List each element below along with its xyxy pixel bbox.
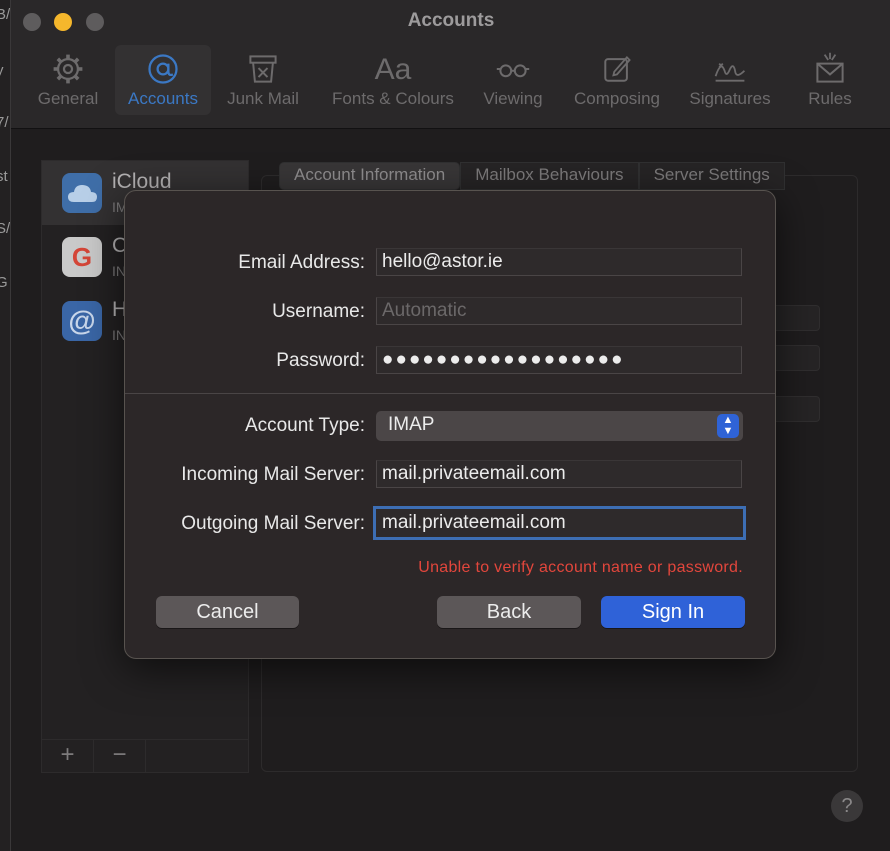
toolbar-general[interactable]: General [29, 45, 107, 115]
username-field[interactable] [376, 297, 742, 325]
preferences-toolbar: General Accounts Junk Mail Aa Fonts & Co… [11, 45, 890, 115]
error-message: Unable to verify account name or passwor… [418, 559, 743, 576]
account-signin-dialog: Email Address: Username: Password: Accou… [124, 190, 776, 659]
background-text: st [0, 168, 8, 185]
add-account-button[interactable]: + [42, 740, 94, 772]
background-text: G [0, 274, 8, 291]
at-icon [115, 51, 211, 91]
background-text: S/ [0, 220, 11, 237]
toolbar-label: Junk Mail [227, 89, 299, 108]
tab-server-settings[interactable]: Server Settings [638, 162, 785, 190]
font-aa-icon: Aa [374, 53, 412, 86]
background-text: y [0, 62, 4, 79]
outgoing-server-label: Outgoing Mail Server: [181, 513, 365, 534]
password-label: Password: [276, 350, 365, 371]
sidebar-footer: + − [42, 739, 248, 772]
incoming-server-row: Incoming Mail Server: [125, 460, 775, 490]
account-type-row: Account Type: IMAP ▲ ▼ [125, 411, 775, 441]
chevron-updown-icon: ▲ ▼ [717, 414, 739, 438]
icloud-icon [62, 173, 102, 213]
tab-mailbox-behaviours[interactable]: Mailbox Behaviours [460, 162, 639, 190]
background-text: 7/ [0, 114, 9, 131]
at-icon: @ [62, 301, 102, 341]
account-type-label: Account Type: [244, 415, 365, 436]
toolbar-label: Signatures [689, 89, 771, 108]
compose-icon [565, 51, 669, 91]
sign-in-button[interactable]: Sign In [601, 596, 745, 628]
junk-bin-icon [217, 51, 309, 91]
dialog-divider [125, 393, 775, 394]
background-text: B/ [0, 6, 11, 23]
account-tabs: Account Information Mailbox Behaviours S… [279, 162, 785, 190]
gear-icon [29, 51, 107, 91]
toolbar-label: Fonts & Colours [332, 89, 454, 108]
password-field[interactable] [376, 346, 742, 374]
signature-icon [679, 51, 781, 91]
google-icon: G [62, 237, 102, 277]
outgoing-server-row: Outgoing Mail Server: [125, 506, 775, 540]
incoming-server-field[interactable] [376, 460, 742, 488]
username-label: Username: [272, 301, 365, 322]
account-type-value: IMAP [388, 414, 435, 435]
email-label: Email Address: [238, 252, 365, 273]
back-button[interactable]: Back [437, 596, 581, 628]
toolbar-fonts-colours[interactable]: Aa Fonts & Colours [317, 45, 469, 115]
toolbar-accounts[interactable]: Accounts [115, 45, 211, 115]
tab-account-information[interactable]: Account Information [279, 162, 461, 190]
glasses-icon [473, 51, 553, 91]
toolbar-label: Accounts [128, 89, 198, 108]
toolbar-label: Rules [808, 89, 852, 108]
incoming-server-label: Incoming Mail Server: [181, 464, 365, 485]
toolbar-junk-mail[interactable]: Junk Mail [217, 45, 309, 115]
email-row: Email Address: [125, 248, 775, 278]
window-title: Accounts [407, 10, 495, 31]
outgoing-server-field[interactable] [373, 506, 746, 540]
toolbar-label: General [37, 89, 99, 108]
help-button[interactable]: ? [831, 790, 863, 822]
toolbar-label: Viewing [483, 89, 543, 108]
password-row: Password: [125, 346, 775, 376]
toolbar-signatures[interactable]: Signatures [679, 45, 781, 115]
remove-account-button[interactable]: − [94, 740, 146, 772]
toolbar-label: Composing [574, 89, 660, 108]
account-type-select[interactable]: IMAP ▲ ▼ [376, 411, 743, 441]
username-row: Username: [125, 297, 775, 327]
toolbar-rules[interactable]: Rules [791, 45, 869, 115]
toolbar-viewing[interactable]: Viewing [473, 45, 553, 115]
toolbar-composing[interactable]: Composing [565, 45, 669, 115]
email-field[interactable] [376, 248, 742, 276]
cancel-button[interactable]: Cancel [156, 596, 299, 628]
titlebar: Accounts General Accounts Junk Mail Aa F… [11, 0, 890, 129]
rules-envelope-icon [791, 51, 869, 91]
